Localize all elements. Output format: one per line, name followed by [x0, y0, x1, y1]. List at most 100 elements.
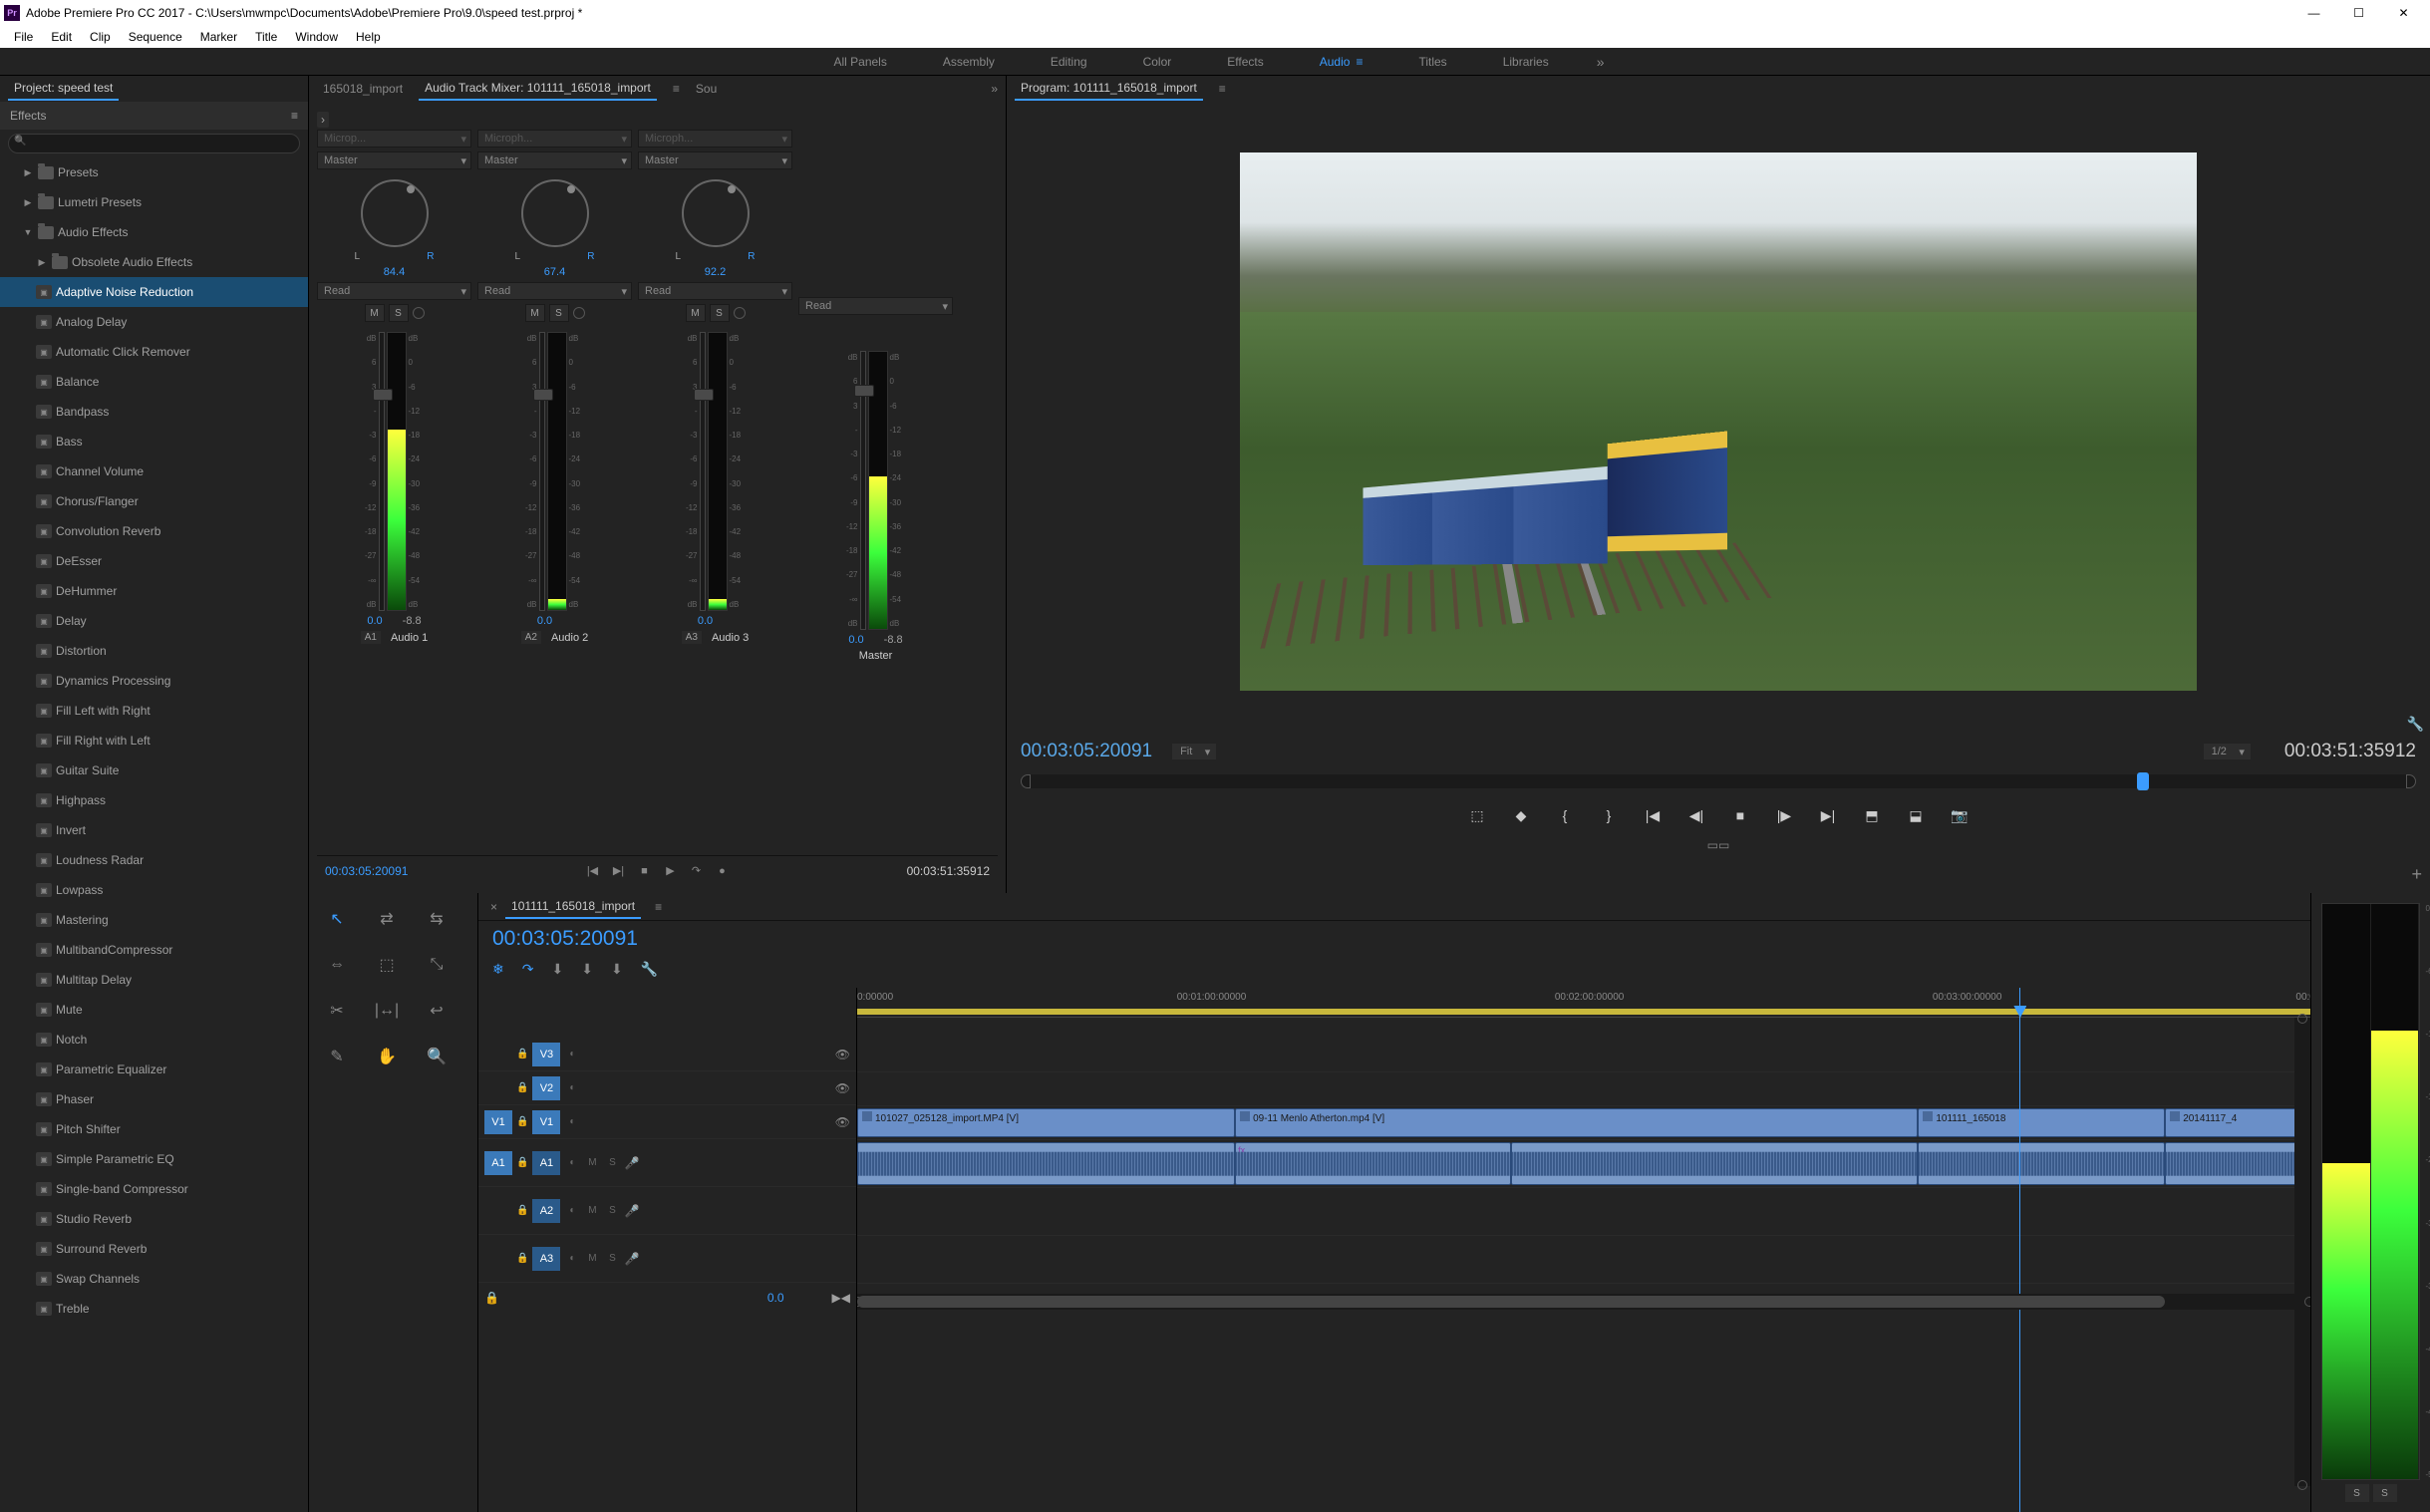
solo-button[interactable]: S — [710, 304, 730, 322]
effect-fill-right-with-left[interactable]: ▣Fill Right with Left — [0, 726, 308, 756]
stop-button[interactable]: ■ — [636, 862, 654, 880]
ripple-edit-tool[interactable]: ⇔ — [317, 947, 357, 983]
selection-tool[interactable]: ↖ — [317, 901, 357, 937]
loop-button[interactable]: ↷ — [688, 862, 706, 880]
audio-track-header-a3[interactable]: 🔒A3◐MS🎤 — [478, 1235, 856, 1283]
solo-icon[interactable]: S — [604, 1157, 620, 1168]
track-select-forward-tool[interactable]: ⇄ — [367, 901, 407, 937]
mute-icon[interactable]: M — [584, 1157, 600, 1168]
lock-icon[interactable]: 🔒 — [516, 1049, 528, 1059]
timeline-wrench-icon[interactable]: 🔧 — [641, 961, 658, 978]
pan-value[interactable]: 84.4 — [384, 266, 405, 278]
effect-multibandcompressor[interactable]: ▣MultibandCompressor — [0, 935, 308, 965]
audio-clip[interactable] — [1918, 1142, 2165, 1185]
disclosure-arrow-icon[interactable]: ▶ — [22, 197, 34, 208]
fader-handle[interactable] — [373, 389, 393, 401]
step-forward-button[interactable]: |▶ — [1773, 804, 1795, 826]
fader-track[interactable] — [860, 351, 866, 630]
mark-in-out-button[interactable]: ⬚ — [1466, 804, 1488, 826]
menu-marker[interactable]: Marker — [192, 28, 245, 46]
timeline-close-icon[interactable]: × — [490, 900, 497, 914]
effect-bandpass[interactable]: ▣Bandpass — [0, 397, 308, 427]
fader-handle[interactable] — [694, 389, 714, 401]
folder-audio-effects[interactable]: ▼Audio Effects — [0, 217, 308, 247]
audio-track-header-a1[interactable]: A1🔒A1◐MS🎤 — [478, 1139, 856, 1187]
track-target-a1[interactable]: A1 — [532, 1151, 560, 1175]
hand-tool[interactable]: ✋ — [367, 1039, 407, 1074]
timeline-settings-2-icon[interactable]: ⬇ — [611, 961, 623, 978]
audio-track-a1-lane[interactable]: fx — [857, 1140, 2310, 1188]
maximize-button[interactable]: ☐ — [2336, 0, 2381, 26]
lock-icon[interactable]: 🔒 — [516, 1082, 528, 1093]
fader-track[interactable] — [700, 332, 706, 611]
scrub-start-handle[interactable] — [1021, 774, 1031, 788]
workspace-all-panels[interactable]: All Panels — [825, 51, 894, 73]
play-button[interactable]: ▶ — [662, 862, 680, 880]
workspace-libraries[interactable]: Libraries — [1495, 51, 1557, 73]
mic-input-dropdown[interactable]: Microph... — [638, 130, 792, 148]
audio-track-lane[interactable] — [857, 1236, 2310, 1284]
go-to-in-button[interactable]: |◀ — [1642, 804, 1664, 826]
mic-input-dropdown[interactable]: Microph... — [477, 130, 632, 148]
fader-db-value[interactable]: 0.0 — [698, 615, 713, 627]
sync-lock-icon[interactable]: ◐ — [564, 1157, 580, 1168]
menu-help[interactable]: Help — [348, 28, 389, 46]
rolling-edit-tool[interactable]: ⬚ — [367, 947, 407, 983]
lock-icon[interactable]: 🔒 — [516, 1116, 528, 1127]
video-clip[interactable]: 101111_165018 — [1918, 1108, 2165, 1137]
lock-icon[interactable]: 🔒 — [516, 1253, 528, 1264]
effect-mute[interactable]: ▣Mute — [0, 995, 308, 1025]
effect-chorus-flanger[interactable]: ▣Chorus/Flanger — [0, 486, 308, 516]
workspace-effects[interactable]: Effects — [1219, 51, 1271, 73]
zoom-fit-dropdown[interactable]: Fit — [1172, 744, 1216, 759]
timeline-timecode[interactable]: 00:03:05:20091 — [492, 927, 638, 950]
slip-tool[interactable]: |↔| — [367, 993, 407, 1029]
workspace-editing[interactable]: Editing — [1043, 51, 1095, 73]
program-viewport[interactable]: 🔧 — [1007, 102, 2430, 741]
solo-channel-1-button[interactable]: S — [2373, 1484, 2397, 1502]
automation-mode-dropdown[interactable]: Read — [477, 282, 632, 300]
folder-obsolete-audio-effects[interactable]: ▶Obsolete Audio Effects — [0, 247, 308, 277]
disclosure-arrow-icon[interactable]: ▶ — [36, 257, 48, 268]
mute-icon[interactable]: M — [584, 1253, 600, 1264]
pan-knob[interactable] — [521, 179, 589, 247]
tabs-overflow-icon[interactable]: » — [991, 82, 998, 96]
mute-button[interactable]: M — [525, 304, 545, 322]
output-dropdown[interactable]: Master — [638, 151, 792, 169]
audio-clip[interactable]: fx — [1235, 1142, 1511, 1185]
toggle-track-output-icon[interactable]: 👁 — [835, 1081, 850, 1095]
scrub-end-handle[interactable] — [2406, 774, 2416, 788]
effect-parametric-equalizer[interactable]: ▣Parametric Equalizer — [0, 1055, 308, 1084]
effect-highpass[interactable]: ▣Highpass — [0, 785, 308, 815]
effect-surround-reverb[interactable]: ▣Surround Reverb — [0, 1234, 308, 1264]
source-patch-empty[interactable] — [484, 1043, 512, 1066]
lift-button[interactable]: ⬒ — [1861, 804, 1883, 826]
sync-lock-icon[interactable]: ◐ — [564, 1116, 580, 1127]
resolution-dropdown[interactable]: 1/2 — [2204, 744, 2251, 759]
voice-over-record-icon[interactable]: 🎤 — [624, 1156, 639, 1170]
video-track-v1-lane[interactable]: 101027_025128_import.MP4 [V]09-11 Menlo … — [857, 1106, 2310, 1140]
audio-track-lane[interactable] — [857, 1188, 2310, 1236]
effect-treble[interactable]: ▣Treble — [0, 1294, 308, 1324]
panel-menu-icon[interactable]: ≡ — [655, 900, 662, 914]
mixer-tab-0[interactable]: 165018_import — [317, 78, 409, 100]
master-collapse-icon[interactable]: ▶◀ — [832, 1291, 850, 1305]
effect-adaptive-noise-reduction[interactable]: ▣Adaptive Noise Reduction — [0, 277, 308, 307]
sync-lock-icon[interactable]: ◐ — [564, 1205, 580, 1216]
track-target-v3[interactable]: V3 — [532, 1043, 560, 1066]
automation-mode-dropdown[interactable]: Read — [317, 282, 471, 300]
program-scrub-bar[interactable] — [1021, 774, 2416, 788]
mixer-expand-button[interactable]: › — [317, 112, 329, 128]
toggle-track-output-icon[interactable]: 👁 — [835, 1115, 850, 1129]
pan-value[interactable]: 92.2 — [705, 266, 726, 278]
video-track-lane[interactable] — [857, 1072, 2310, 1106]
source-patch-v1[interactable]: V1 — [484, 1110, 512, 1134]
go-to-out-button[interactable]: ▶| — [1817, 804, 1839, 826]
timeline-scroll-thumb[interactable] — [857, 1296, 2165, 1308]
disclosure-arrow-icon[interactable]: ▼ — [22, 227, 34, 237]
fader-handle[interactable] — [854, 385, 874, 397]
play-stop-button[interactable]: ■ — [1729, 804, 1751, 826]
fader-db-value[interactable]: 0.0 — [367, 615, 382, 627]
voice-over-record-icon[interactable]: 🎤 — [624, 1252, 639, 1266]
effects-tree[interactable]: ▶Presets▶Lumetri Presets▼Audio Effects▶O… — [0, 157, 308, 1512]
